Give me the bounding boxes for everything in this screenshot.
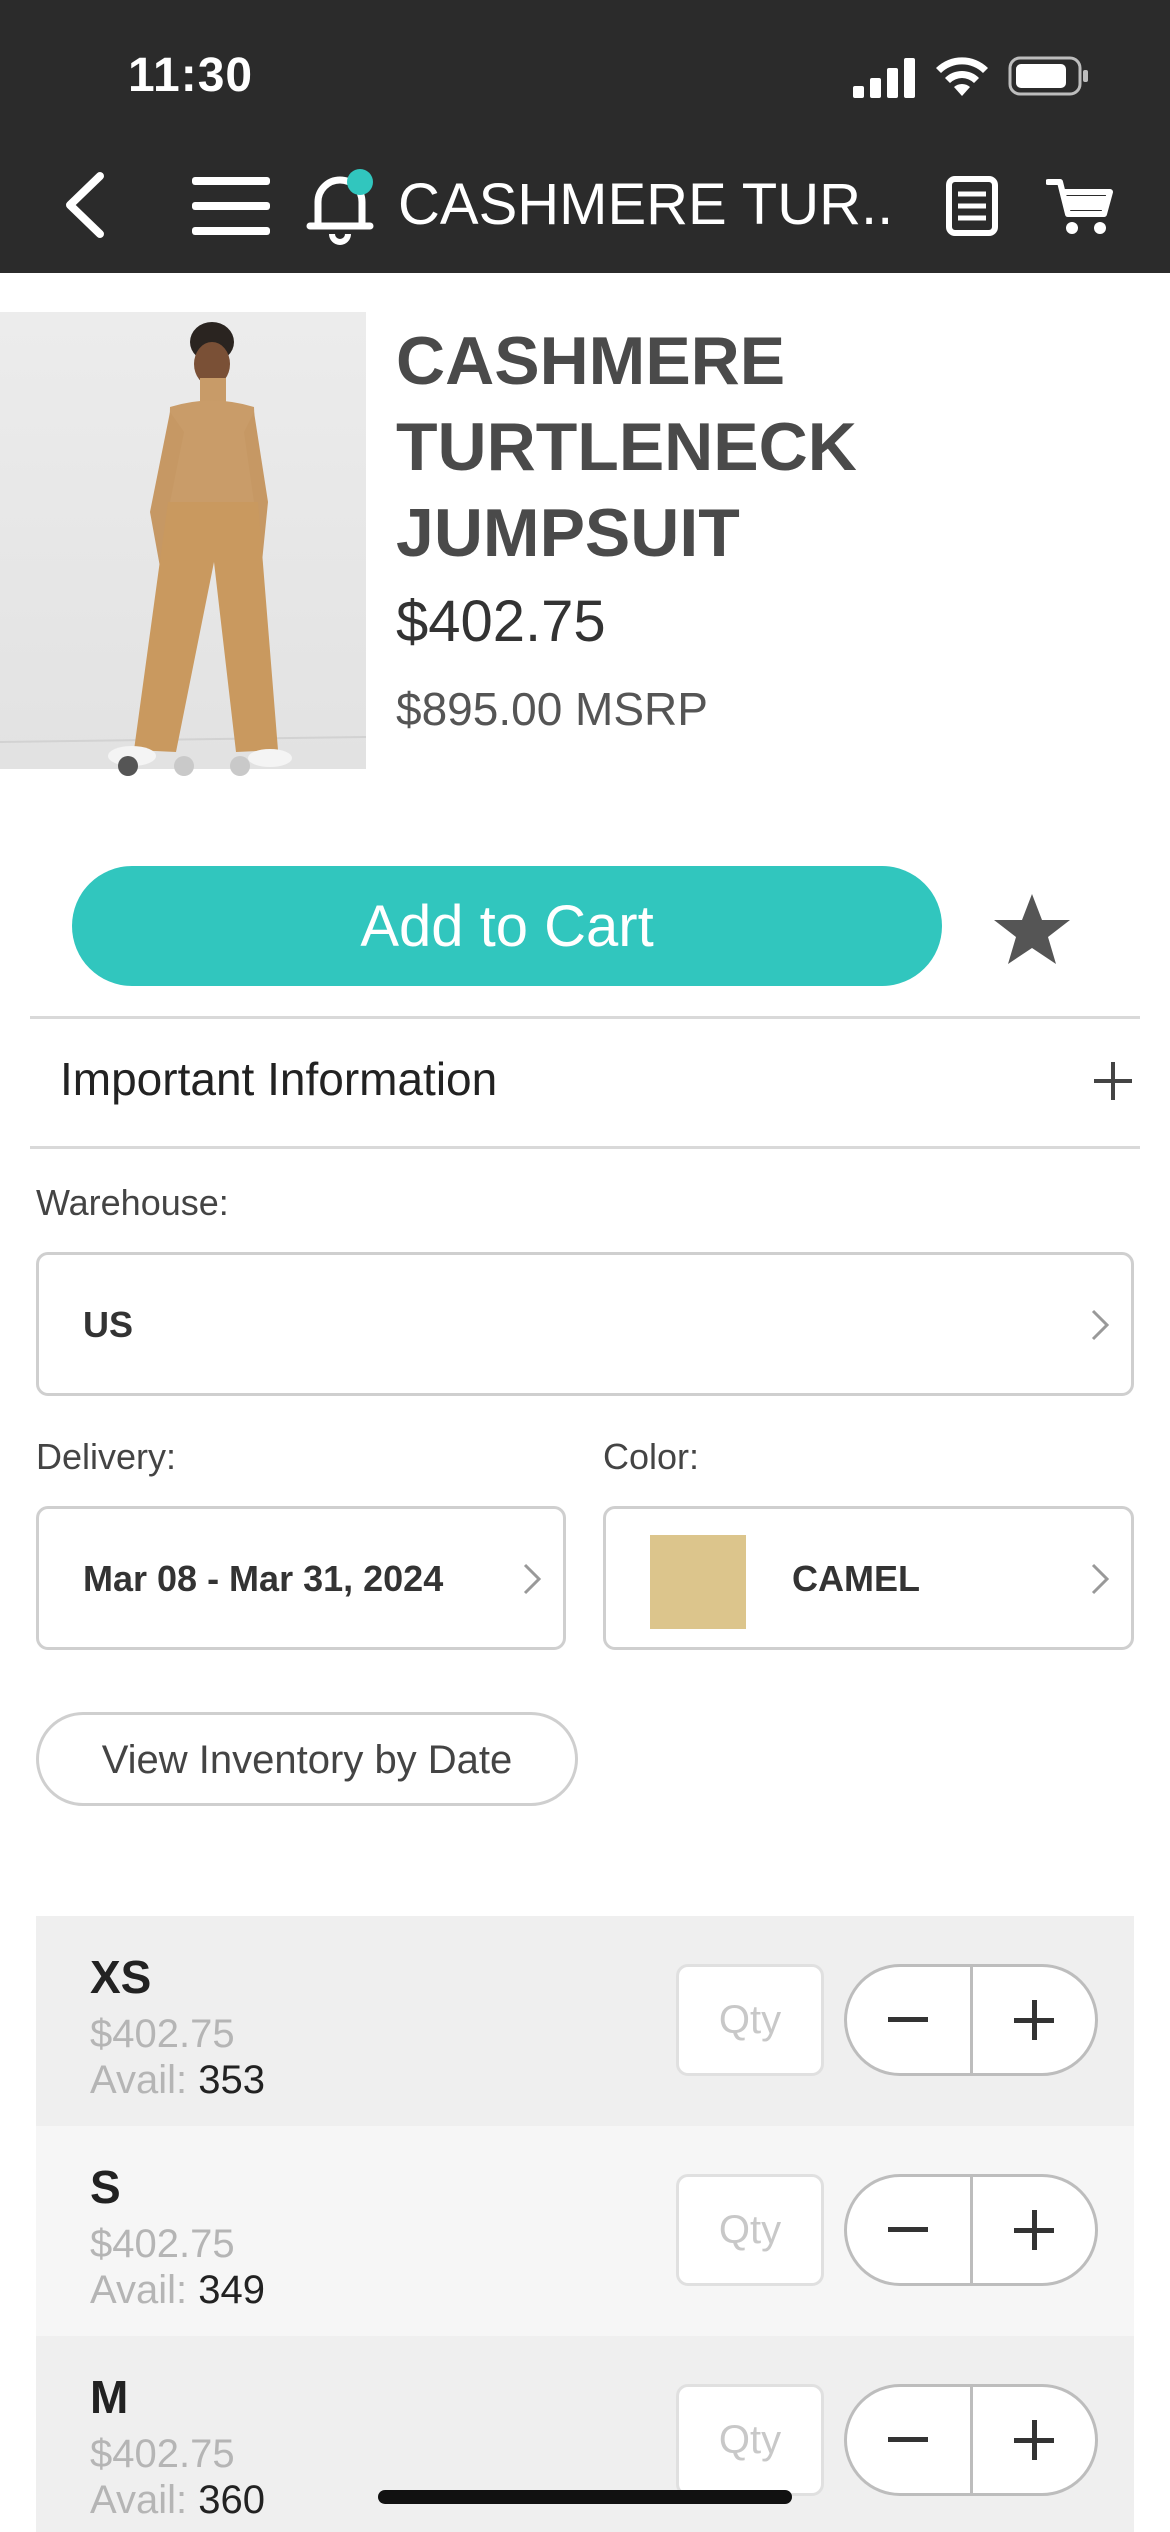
image-pagination-dots xyxy=(118,756,250,776)
top-bar: 11:30 CASHMERE TUR... xyxy=(0,0,1170,273)
notification-bell-icon[interactable] xyxy=(306,168,376,246)
hamburger-menu-icon[interactable] xyxy=(192,175,270,237)
status-time: 11:30 xyxy=(128,49,254,102)
back-chevron-icon[interactable] xyxy=(60,170,110,240)
view-inventory-by-date-button[interactable]: View Inventory by Date xyxy=(36,1712,578,1806)
warehouse-value: US xyxy=(83,1304,134,1345)
qty-input[interactable]: Qty xyxy=(676,1964,824,2076)
size-price: $402.75 xyxy=(90,2432,235,2476)
warehouse-label: Warehouse: xyxy=(36,1182,229,1223)
increment-button[interactable] xyxy=(973,2177,1096,2283)
avail-label: Avail: xyxy=(90,2268,188,2312)
nav-title: CASHMERE TUR... xyxy=(398,172,898,237)
increment-button[interactable] xyxy=(973,1967,1096,2073)
color-swatch xyxy=(650,1535,746,1629)
size-label: S xyxy=(90,2161,121,2213)
pagination-dot[interactable] xyxy=(174,756,194,776)
plus-icon xyxy=(1013,2000,1054,2040)
chevron-right-icon xyxy=(523,1563,542,1595)
size-price: $402.75 xyxy=(90,2012,235,2056)
qty-input[interactable]: Qty xyxy=(676,2174,824,2286)
size-availability: Avail: 353 xyxy=(90,2058,265,2103)
size-row-s: S $402.75 Avail: 349 Qty xyxy=(36,2126,1134,2336)
increment-button[interactable] xyxy=(973,2387,1096,2493)
avail-count: 360 xyxy=(198,2478,265,2522)
size-label: XS xyxy=(90,1951,152,2003)
decrement-button[interactable] xyxy=(847,2177,973,2283)
quantity-stepper xyxy=(844,1964,1098,2076)
chevron-right-icon xyxy=(1091,1309,1110,1341)
chevron-right-icon xyxy=(1091,1563,1110,1595)
wifi-icon xyxy=(936,57,988,96)
add-to-cart-button[interactable]: Add to Cart xyxy=(72,866,942,986)
important-information-label[interactable]: Important Information xyxy=(60,1052,497,1106)
minus-icon xyxy=(888,2017,929,2022)
product-msrp: $895.00 MSRP xyxy=(396,683,708,735)
size-price: $402.75 xyxy=(90,2222,235,2266)
size-row-xs: XS $402.75 Avail: 353 Qty xyxy=(36,1916,1134,2126)
size-availability: Avail: 360 xyxy=(90,2478,265,2523)
avail-label: Avail: xyxy=(90,2058,188,2102)
product-image[interactable] xyxy=(0,312,366,769)
quantity-stepper xyxy=(844,2384,1098,2496)
delivery-select[interactable]: Mar 08 - Mar 31, 2024 xyxy=(36,1506,566,1650)
favorite-star-icon[interactable] xyxy=(992,892,1072,968)
minus-icon xyxy=(888,2227,929,2232)
qty-input[interactable]: Qty xyxy=(676,2384,824,2496)
color-label: Color: xyxy=(603,1436,700,1477)
divider xyxy=(30,1146,1140,1149)
color-select[interactable]: CAMEL xyxy=(603,1506,1134,1650)
model-photo-illustration xyxy=(0,322,366,767)
list-icon[interactable] xyxy=(946,176,998,236)
home-indicator[interactable] xyxy=(378,2490,792,2504)
avail-count: 353 xyxy=(198,2058,265,2102)
size-availability: Avail: 349 xyxy=(90,2268,265,2313)
color-value: CAMEL xyxy=(792,1558,920,1599)
product-price: $402.75 xyxy=(396,589,606,654)
divider xyxy=(30,1016,1140,1019)
warehouse-select[interactable]: US xyxy=(36,1252,1134,1396)
expand-plus-icon[interactable] xyxy=(1092,1060,1134,1102)
delivery-value: Mar 08 - Mar 31, 2024 xyxy=(83,1558,444,1599)
cart-icon[interactable] xyxy=(1046,176,1114,236)
avail-count: 349 xyxy=(198,2268,265,2312)
quantity-stepper xyxy=(844,2174,1098,2286)
delivery-label: Delivery: xyxy=(36,1436,177,1477)
size-label: M xyxy=(90,2371,129,2423)
plus-icon xyxy=(1013,2420,1054,2460)
avail-label: Avail: xyxy=(90,2478,188,2522)
plus-icon xyxy=(1013,2210,1054,2250)
battery-icon xyxy=(1008,56,1088,96)
pagination-dot[interactable] xyxy=(118,756,138,776)
minus-icon xyxy=(888,2437,929,2442)
pagination-dot[interactable] xyxy=(230,756,250,776)
cellular-signal-icon xyxy=(853,58,915,98)
product-name: CASHMERE TURTLENECK JUMPSUIT xyxy=(396,323,857,571)
decrement-button[interactable] xyxy=(847,1967,973,2073)
decrement-button[interactable] xyxy=(847,2387,973,2493)
